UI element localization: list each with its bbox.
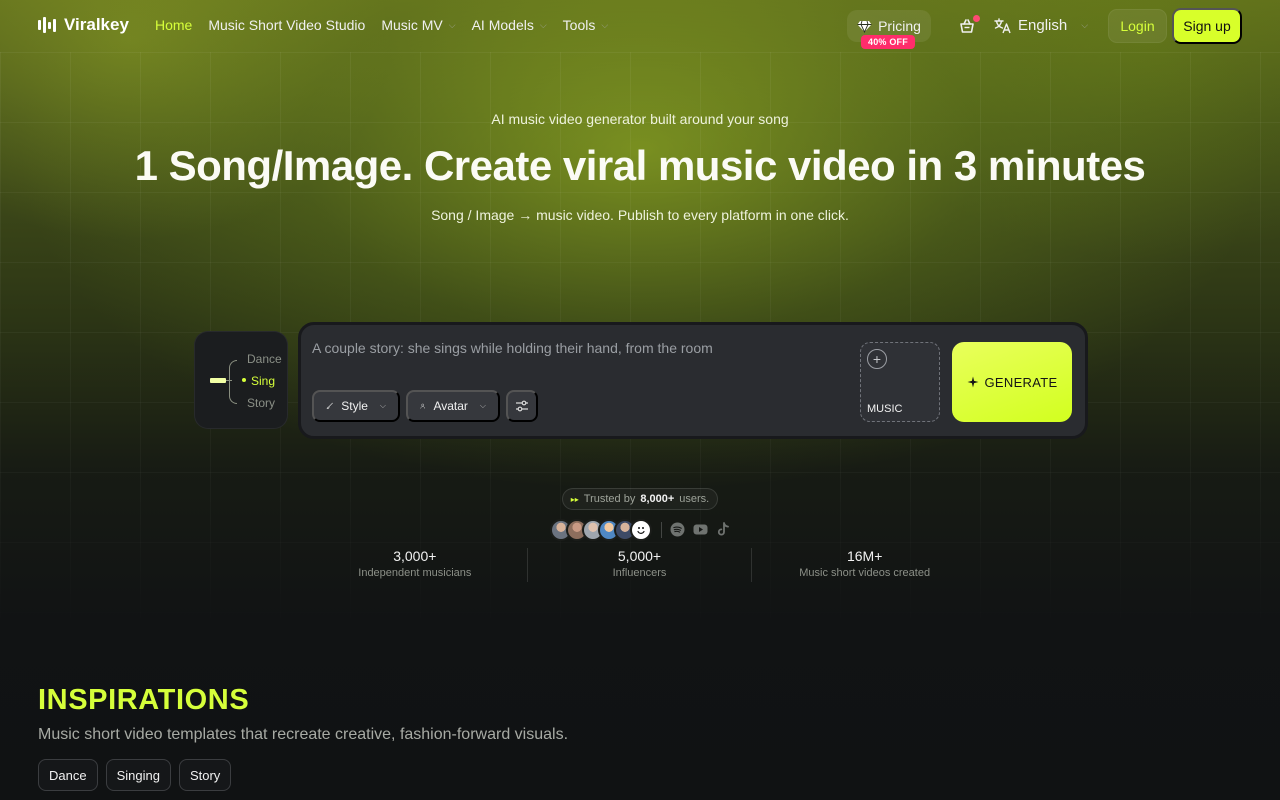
sliders-icon bbox=[516, 400, 528, 412]
stat-item: 16M+ Music short videos created bbox=[752, 548, 977, 582]
chevron-down-icon: ⌵ bbox=[1081, 20, 1089, 30]
stat-label: Music short videos created bbox=[799, 567, 931, 579]
inspirations-subtitle: Music short video templates that recreat… bbox=[38, 726, 569, 743]
translate-icon bbox=[994, 17, 1011, 33]
filter-chip-singing[interactable]: Singing bbox=[105, 759, 171, 791]
prompt-input[interactable] bbox=[312, 340, 832, 356]
hero-subline: Song / Image → music video. Publish to e… bbox=[431, 207, 849, 223]
tiktok-icon[interactable] bbox=[716, 522, 731, 537]
brand-name: Viralkey bbox=[64, 15, 129, 34]
generate-label: GENERATE bbox=[984, 374, 1058, 390]
stat-value: 5,000+ bbox=[617, 548, 662, 564]
avatar-label: Avatar bbox=[433, 399, 468, 413]
cart-button[interactable] bbox=[958, 15, 980, 35]
mode-brace bbox=[229, 360, 237, 404]
nav-item-label: Tools bbox=[562, 17, 596, 33]
stat-item: 5,000+ Influencers bbox=[528, 548, 753, 582]
stats-row: 3,000+ Independent musicians 5,000+ Infl… bbox=[303, 548, 977, 582]
style-label: Style bbox=[341, 399, 368, 413]
style-dropdown[interactable]: Style ⌵ bbox=[312, 390, 400, 422]
language-selector[interactable]: English ⌵ bbox=[994, 17, 1088, 34]
nav-item-tools[interactable]: Tools ⌵ bbox=[563, 17, 609, 33]
filter-chip-dance[interactable]: Dance bbox=[38, 759, 98, 791]
inspiration-filters: Dance Singing Story bbox=[38, 759, 232, 791]
platform-icons bbox=[670, 522, 731, 537]
notification-dot bbox=[973, 15, 980, 22]
signup-button[interactable]: Sign up bbox=[1172, 8, 1242, 44]
nav-item-label: AI Models bbox=[471, 17, 534, 33]
nav-item-label: Music Short Video Studio bbox=[208, 17, 366, 33]
settings-button[interactable] bbox=[506, 390, 538, 422]
selected-mode-dot bbox=[242, 378, 246, 382]
pricing-label: Pricing bbox=[878, 18, 921, 34]
chevron-down-icon: ⌵ bbox=[448, 19, 456, 30]
avatar-dropdown[interactable]: Avatar ⌵ bbox=[406, 390, 500, 422]
spotify-icon[interactable] bbox=[670, 522, 685, 537]
chevron-down-icon: ⌵ bbox=[379, 401, 386, 410]
nav-item-ai-models[interactable]: AI Models ⌵ bbox=[472, 17, 547, 33]
stat-value: 3,000+ bbox=[393, 548, 437, 564]
stat-label: Influencers bbox=[612, 567, 667, 579]
smile-face-icon bbox=[637, 527, 645, 534]
mode-indicator-bar bbox=[210, 378, 226, 383]
mode-option-dance[interactable]: Dance bbox=[247, 352, 282, 366]
divider bbox=[661, 522, 662, 538]
stat-label: Independent musicians bbox=[358, 567, 472, 579]
chevron-down-icon: ⌵ bbox=[479, 401, 486, 410]
mode-selector[interactable]: Dance Sing Story bbox=[194, 331, 288, 429]
nav-item-music-short-video-studio[interactable]: Music Short Video Studio bbox=[208, 17, 365, 33]
mode-option-story[interactable]: Story bbox=[247, 396, 275, 410]
music-upload-slot[interactable]: + MUSIC bbox=[860, 342, 940, 422]
chevron-down-icon: ⌵ bbox=[539, 19, 547, 30]
trust-suffix: users. bbox=[679, 493, 710, 505]
nav-item-home[interactable]: Home bbox=[155, 17, 192, 33]
generate-button[interactable]: GENERATE bbox=[952, 342, 1072, 422]
main-menu: Home Music Short Video Studio Music MV ⌵… bbox=[155, 17, 608, 33]
hero-headline: 1 Song/Image. Create viral music video i… bbox=[134, 142, 1146, 189]
music-slot-label: MUSIC bbox=[867, 403, 903, 415]
user-icon bbox=[420, 403, 425, 409]
mode-option-sing[interactable]: Sing bbox=[251, 374, 275, 388]
chevron-down-icon: ⌵ bbox=[601, 19, 609, 30]
inspirations-title: INSPIRATIONS bbox=[38, 684, 250, 716]
login-button[interactable]: Login bbox=[1108, 9, 1167, 43]
prompt-composer: Style ⌵ Avatar ⌵ + MUSIC GENERATE bbox=[298, 322, 1088, 439]
user-avatar-stack bbox=[550, 519, 652, 541]
trust-count: 8,000+ bbox=[640, 493, 675, 505]
discount-badge: 40% OFF bbox=[861, 35, 915, 49]
trust-badge: ▸▸ Trusted by 8,000+ users. bbox=[562, 488, 718, 510]
avatar bbox=[630, 519, 652, 541]
trust-prefix: Trusted by bbox=[583, 493, 636, 505]
stat-item: 3,000+ Independent musicians bbox=[303, 548, 528, 582]
diamond-icon bbox=[857, 20, 872, 33]
sparkle-icon bbox=[967, 376, 979, 388]
nav-item-label: Home bbox=[155, 17, 193, 33]
filter-chip-story[interactable]: Story bbox=[178, 759, 232, 791]
fast-forward-icon: ▸▸ bbox=[570, 494, 579, 504]
top-navbar: Viralkey Home Music Short Video Studio M… bbox=[0, 0, 1280, 52]
stat-value: 16M+ bbox=[846, 548, 883, 564]
plus-icon: + bbox=[867, 349, 887, 369]
nav-item-music-mv[interactable]: Music MV ⌵ bbox=[381, 17, 455, 33]
hero-eyebrow: AI music video generator built around yo… bbox=[491, 111, 789, 127]
brand-logo[interactable]: Viralkey bbox=[38, 15, 129, 35]
brush-icon bbox=[326, 402, 333, 409]
logo-waveform-icon bbox=[38, 16, 56, 34]
nav-item-label: Music MV bbox=[381, 17, 443, 33]
youtube-icon[interactable] bbox=[693, 522, 708, 537]
language-label: English bbox=[1018, 17, 1068, 34]
